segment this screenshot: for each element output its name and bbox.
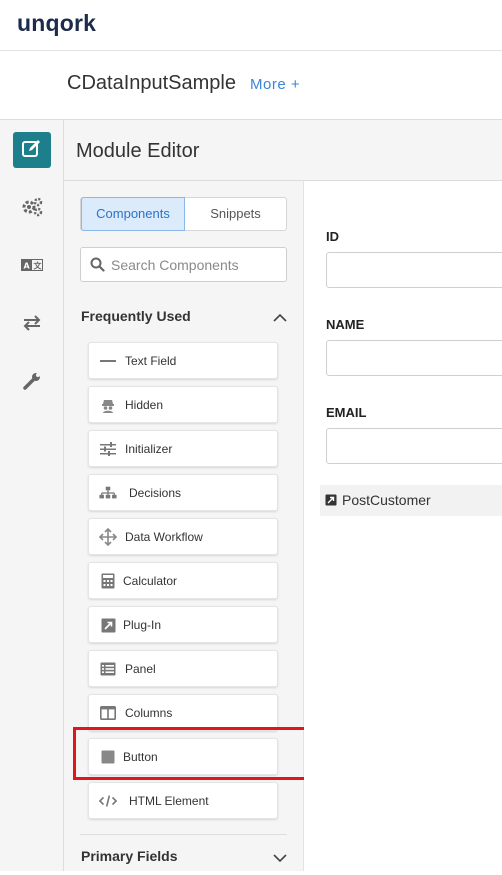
component-label: Data Workflow — [125, 530, 203, 544]
panel-list-icon — [99, 661, 117, 677]
rail-transfer-button[interactable] — [13, 307, 51, 343]
move-arrows-icon — [99, 528, 117, 546]
component-label: Hidden — [125, 398, 164, 412]
post-customer-label: PostCustomer — [342, 492, 431, 508]
tab-snippets[interactable]: Snippets — [185, 198, 286, 230]
calculator-icon — [99, 573, 117, 589]
component-initializer[interactable]: Initializer — [88, 430, 278, 467]
tab-components[interactable]: Components — [81, 197, 185, 231]
component-label: Text Field — [125, 354, 177, 368]
section-divider — [80, 834, 287, 835]
columns-icon — [99, 705, 117, 721]
section-frequently-used[interactable]: Frequently Used — [64, 299, 303, 335]
component-label: Panel — [125, 662, 156, 676]
module-editor-header: Module Editor — [64, 120, 502, 181]
component-label: Decisions — [129, 486, 182, 500]
search-box — [80, 247, 287, 282]
component-text-field[interactable]: Text Field — [88, 342, 278, 379]
app-title: CDataInputSample — [67, 72, 236, 94]
wrench-icon — [22, 371, 42, 396]
hidden-icon — [99, 397, 117, 413]
component-decisions[interactable]: Decisions — [88, 474, 278, 511]
plug-in-icon — [325, 493, 337, 511]
component-label: HTML Element — [129, 794, 209, 808]
component-label: Plug-In — [123, 618, 162, 632]
highlight-box — [73, 727, 313, 780]
component-label: Initializer — [125, 442, 173, 456]
brand-logo[interactable]: unqork — [17, 10, 96, 37]
svg-text:A: A — [24, 261, 31, 270]
search-input[interactable] — [111, 254, 281, 276]
post-customer-button[interactable]: PostCustomer — [320, 485, 502, 516]
search-icon — [90, 257, 105, 277]
rail-translate-button[interactable]: A 文 — [13, 249, 51, 285]
gears-icon — [20, 196, 44, 223]
component-label: Columns — [125, 706, 173, 720]
component-plug-in[interactable]: Plug-In — [88, 606, 278, 643]
component-data-workflow[interactable]: Data Workflow — [88, 518, 278, 555]
section-primary-fields-label: Primary Fields — [81, 848, 178, 864]
panel-tabs: Components Snippets — [80, 197, 287, 231]
component-calculator[interactable]: Calculator — [88, 562, 278, 599]
edit-icon — [21, 137, 43, 164]
rail-edit-button[interactable] — [13, 132, 51, 168]
component-label: Calculator — [123, 574, 178, 588]
svg-text:文: 文 — [34, 260, 43, 270]
component-hidden[interactable]: Hidden — [88, 386, 278, 423]
left-rail: A 文 — [0, 120, 64, 871]
more-link[interactable]: More + — [250, 76, 300, 93]
field-label-email: EMAIL — [326, 405, 367, 420]
translate-icon: A 文 — [20, 257, 44, 278]
chevron-up-icon — [273, 310, 287, 328]
name-field[interactable] — [326, 340, 502, 376]
code-icon — [99, 793, 117, 809]
field-label-name: NAME — [326, 317, 365, 332]
section-primary-fields[interactable]: Primary Fields — [64, 839, 303, 875]
email-field[interactable] — [326, 428, 502, 464]
app-header: CDataInputSample More + — [0, 51, 502, 120]
chevron-down-icon — [273, 850, 287, 868]
module-editor-title: Module Editor — [76, 140, 200, 162]
text-field-icon — [99, 353, 117, 369]
plug-in-icon — [99, 617, 117, 633]
id-field[interactable] — [326, 252, 502, 288]
field-label-id: ID — [326, 229, 339, 244]
swap-arrows-icon — [21, 314, 43, 337]
sitemap-icon — [99, 485, 117, 501]
top-header: unqork — [0, 0, 502, 51]
rail-settings-button[interactable] — [13, 191, 51, 227]
component-panel[interactable]: Panel — [88, 650, 278, 687]
rail-tools-button[interactable] — [13, 365, 51, 401]
component-html-element[interactable]: HTML Element — [88, 782, 278, 819]
sliders-icon — [99, 441, 117, 457]
module-preview: ID NAME EMAIL PostCustomer — [304, 181, 502, 871]
component-columns[interactable]: Columns — [88, 694, 278, 731]
section-frequently-used-label: Frequently Used — [81, 308, 191, 324]
